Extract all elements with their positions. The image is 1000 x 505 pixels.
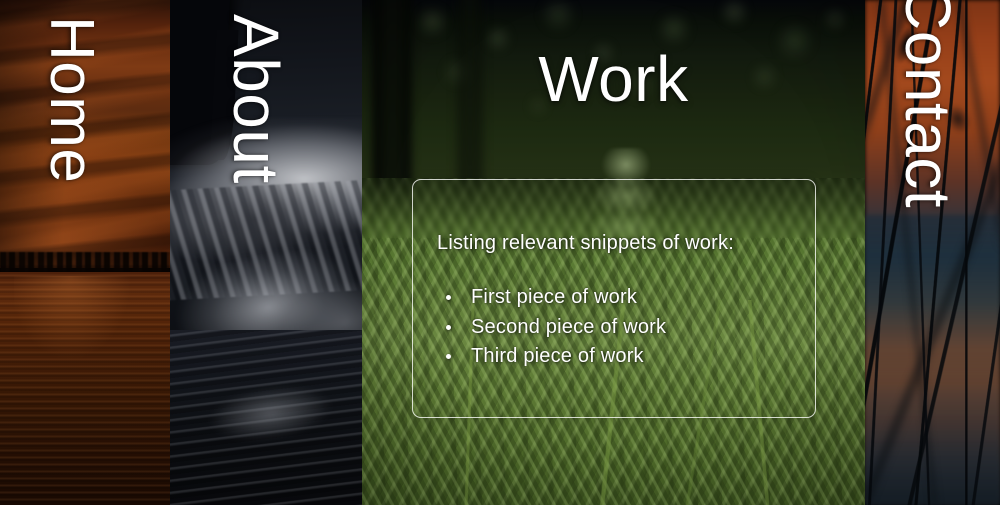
about-background-image bbox=[170, 0, 362, 505]
nav-panel-about[interactable]: About bbox=[170, 0, 362, 505]
nav-panel-home[interactable]: Home bbox=[0, 0, 170, 505]
bullet-icon bbox=[446, 295, 451, 300]
list-item: Second piece of work bbox=[443, 313, 666, 343]
bullet-icon bbox=[446, 354, 451, 359]
home-shimmer-layer bbox=[13, 276, 140, 396]
work-content-card: Listing relevant snippets of work: First… bbox=[412, 179, 816, 418]
panel-stage: Home About Work Listing relevant snippet… bbox=[0, 0, 1000, 505]
list-item: Third piece of work bbox=[443, 342, 666, 372]
contact-reeds-layer bbox=[865, 0, 1000, 505]
home-background-image bbox=[0, 0, 170, 505]
content-panel-work: Work Listing relevant snippets of work: … bbox=[362, 0, 865, 505]
page-title: Work bbox=[538, 43, 689, 115]
bullet-icon bbox=[446, 324, 451, 330]
work-items-list: First piece of work Second piece of work… bbox=[443, 283, 666, 372]
home-clouds-layer bbox=[0, 0, 170, 268]
nav-panel-contact[interactable]: Contact bbox=[865, 0, 1000, 505]
list-item-label: Second piece of work bbox=[471, 315, 667, 338]
list-item: First piece of work bbox=[443, 283, 666, 313]
list-item-label: First piece of work bbox=[471, 286, 638, 308]
work-card-lead-text: Listing relevant snippets of work: bbox=[437, 232, 734, 254]
contact-background-image bbox=[865, 0, 1000, 505]
list-item-label: Third piece of work bbox=[471, 345, 644, 367]
